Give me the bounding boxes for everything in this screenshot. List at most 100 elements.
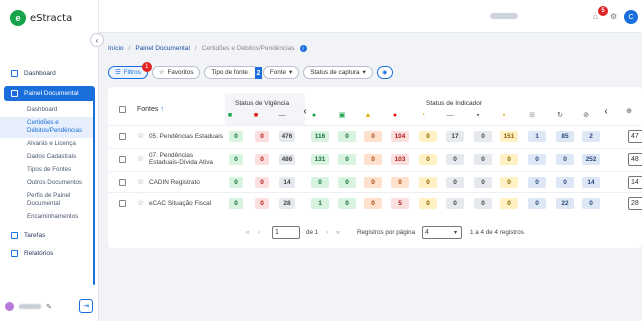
add-column-icon[interactable]: ⊕ [625,107,633,115]
sub-item-dados-cadastrais[interactable]: Dados Cadastrais [0,151,99,164]
favorite-star-icon[interactable]: ☆ [137,154,144,163]
indicador-count-cell[interactable]: 0 [364,154,382,165]
vigencia-count-cell[interactable]: 28 [279,198,295,209]
select-all-checkbox[interactable] [119,106,126,113]
sub-item-tipos-fontes[interactable]: Tipos de Fontes [0,164,99,177]
extra-count-cell[interactable]: 47 [628,130,642,143]
page-input[interactable]: 1 [272,225,300,239]
indicador-count-cell[interactable]: 0 [364,177,382,188]
fonte-name[interactable]: eCAC Situação Fiscal [149,200,224,207]
indicador-count-cell[interactable]: 0 [500,154,518,165]
indicador-count-cell[interactable]: 0 [364,198,382,209]
favorite-star-icon[interactable]: ☆ [137,177,144,186]
indicador-count-cell[interactable]: 0 [474,131,492,142]
sub-item-outros-documentos[interactable]: Outros Documentos [0,177,99,190]
indicador-count-cell[interactable]: 5 [391,198,409,209]
indicador-count-cell[interactable]: 151 [500,131,518,142]
indicador-count-cell[interactable]: 0 [474,154,492,165]
indicador-count-cell[interactable]: 0 [311,177,329,188]
indicador-count-cell[interactable]: 0 [419,154,437,165]
indicador-count-cell[interactable]: 0 [474,177,492,188]
vigencia-count-cell[interactable]: 14 [279,177,295,188]
vigencia-count-cell[interactable]: 0 [255,177,269,188]
indicador-count-cell[interactable]: 0 [528,198,546,209]
indicador-count-cell[interactable]: 116 [311,131,329,142]
indicador-count-cell[interactable]: 0 [446,198,464,209]
avatar[interactable]: C [624,10,638,24]
indicador-count-cell[interactable]: 14 [582,177,600,188]
indicador-count-cell[interactable]: 0 [446,154,464,165]
indicador-count-cell[interactable]: 1 [528,131,546,142]
logout-button[interactable]: ⇥ [79,299,93,313]
indicador-count-cell[interactable]: 0 [419,131,437,142]
indicador-count-cell[interactable]: 0 [582,198,600,209]
sidebar-item-painel-documental[interactable]: Painel Documental [4,86,95,101]
sidebar-item-tarefas[interactable]: Tarefas [0,228,99,242]
last-page-icon[interactable]: » [336,229,340,236]
sub-item-certidoes[interactable]: Certidões e Débitos/Pendências [0,117,95,138]
vigencia-count-cell[interactable]: 0 [229,177,243,188]
sub-item-perfis[interactable]: Perfis de Painel Documental [0,190,99,211]
vigencia-count-cell[interactable]: 0 [255,154,269,165]
fonte-filter[interactable]: Fonte ▾ [262,66,300,79]
visibility-toggle[interactable]: ◉ [376,66,393,79]
vigencia-count-cell[interactable]: 0 [229,131,243,142]
first-page-icon[interactable]: « [246,229,250,236]
indicador-count-cell[interactable]: 103 [391,154,409,165]
edit-icon[interactable]: ✎ [46,303,52,311]
indicador-count-cell[interactable]: 131 [311,154,329,165]
breadcrumb-section[interactable]: Painel Documental [135,45,190,52]
vigencia-count-cell[interactable]: 0 [229,198,243,209]
status-captura-filter[interactable]: Status de captura ▾ [303,66,373,79]
indicador-count-cell[interactable]: 0 [419,198,437,209]
sidebar-item-relatorios[interactable]: Relatórios [0,246,99,260]
indicador-count-cell[interactable]: 0 [364,131,382,142]
indicador-count-cell[interactable]: 0 [500,177,518,188]
vigencia-count-cell[interactable]: 486 [279,154,295,165]
indicador-count-cell[interactable]: 17 [446,131,464,142]
row-checkbox[interactable] [119,200,126,207]
sub-item-encaminhamentos[interactable]: Encaminhamentos [0,211,99,224]
sub-item-alvaras[interactable]: Alvarás e Licença [0,138,99,151]
indicador-count-cell[interactable]: 0 [419,177,437,188]
vigencia-count-cell[interactable]: 0 [255,198,269,209]
indicador-count-cell[interactable]: 22 [556,198,574,209]
settings-icon[interactable]: ⚙ [610,12,618,21]
sub-item-dashboard[interactable]: Dashboard [0,104,99,117]
indicador-count-cell[interactable]: 0 [338,198,356,209]
filtros-button[interactable]: ☰ Filtros 1 [108,62,152,79]
fonte-name[interactable]: 05. Pendências Estaduais [149,133,224,140]
vigencia-count-cell[interactable]: 476 [279,131,295,142]
indicador-count-cell[interactable]: 0 [474,198,492,209]
favorite-star-icon[interactable]: ☆ [137,131,144,140]
indicador-count-cell[interactable]: 0 [500,198,518,209]
fonte-name[interactable]: 07. Pendências Estaduais-Dívida Ativa [149,152,224,166]
tipo-fonte-filter[interactable]: Tipo de fonte 2 [204,66,262,79]
vigencia-count-cell[interactable]: 0 [255,131,269,142]
info-icon[interactable]: i [299,45,307,52]
extra-count-cell[interactable]: 28 [628,197,642,210]
prev-page-icon[interactable]: ‹ [258,229,260,236]
extra-count-cell[interactable]: 48 [628,153,642,166]
breadcrumb-home[interactable]: Início [108,45,124,52]
indicador-count-cell[interactable]: 0 [391,177,409,188]
indicador-count-cell[interactable]: 0 [556,177,574,188]
collapse-sidebar-button[interactable]: ‹ [90,33,104,47]
per-page-select[interactable]: 4 ▾ [422,225,462,239]
extra-count-cell[interactable]: 14 [628,176,642,189]
indicador-count-cell[interactable]: 0 [338,177,356,188]
indicador-count-cell[interactable]: 0 [528,177,546,188]
sidebar-item-dashboard[interactable]: Dashboard [0,66,99,80]
indicador-count-cell[interactable]: 0 [446,177,464,188]
indicador-count-cell[interactable]: 2 [582,131,600,142]
indicador-count-cell[interactable]: 0 [528,154,546,165]
indicador-count-cell[interactable]: 0 [556,154,574,165]
indicador-count-cell[interactable]: 104 [391,131,409,142]
vigencia-count-cell[interactable]: 0 [229,154,243,165]
indicador-count-cell[interactable]: 85 [556,131,574,142]
scroll-left-secondary-icon[interactable]: ‹ [602,106,610,117]
fonte-name[interactable]: CADIN Registrato [149,179,224,186]
row-checkbox[interactable] [119,156,126,163]
scroll-left-icon[interactable]: ‹ [301,106,309,117]
indicador-count-cell[interactable]: 1 [311,198,329,209]
